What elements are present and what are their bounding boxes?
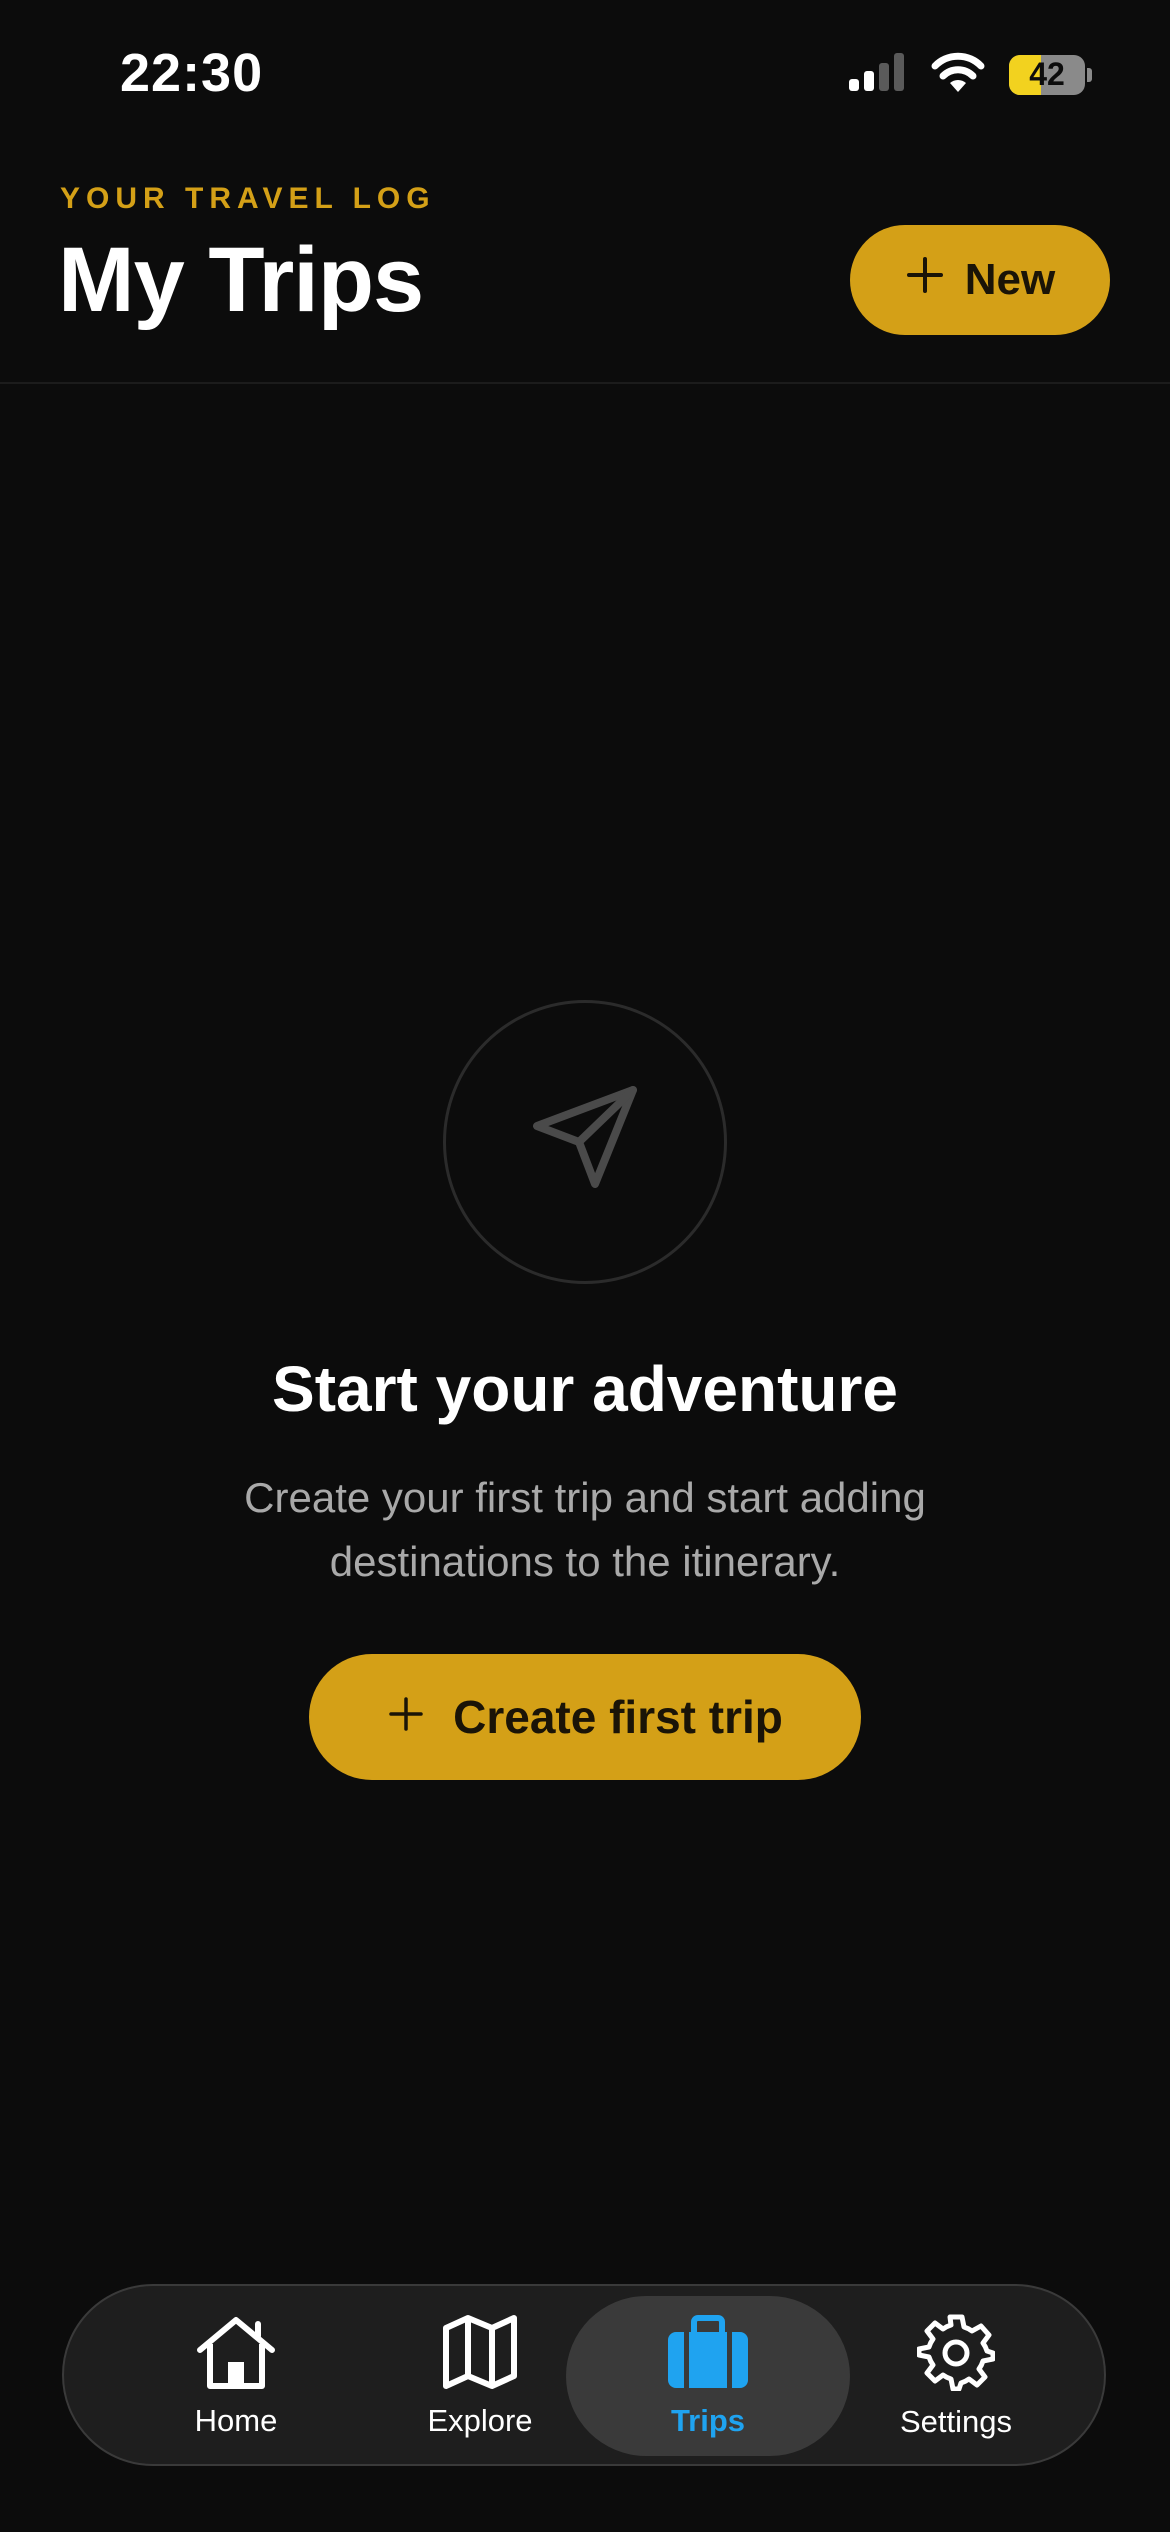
create-button-label: Create first trip	[453, 1691, 783, 1743]
new-trip-button[interactable]: New	[850, 225, 1110, 335]
plus-icon	[905, 255, 945, 306]
tab-label: Home	[194, 2402, 278, 2438]
new-button-label: New	[964, 255, 1056, 304]
page-title: My Trips	[58, 229, 424, 331]
tab-home[interactable]: Home	[94, 2296, 378, 2456]
map-icon	[440, 2314, 520, 2395]
tab-label: Explore	[427, 2402, 533, 2438]
create-first-trip-button[interactable]: Create first trip	[309, 1654, 861, 1780]
tab-trips[interactable]: Trips	[566, 2296, 850, 2456]
empty-state: Start your adventure Create your first t…	[0, 1000, 1170, 1780]
wifi-icon	[931, 52, 985, 97]
empty-state-title: Start your adventure	[272, 1353, 898, 1425]
battery-level: 42	[1029, 56, 1065, 92]
eyebrow-label: YOUR TRAVEL LOG	[60, 182, 436, 215]
battery-cap	[1087, 67, 1092, 82]
paper-plane-icon	[525, 1080, 645, 1205]
tab-label: Trips	[670, 2402, 746, 2438]
battery: 42	[1009, 54, 1085, 95]
tab-bar: Home Explore Trips Settings	[62, 2284, 1106, 2466]
empty-state-description: Create your first trip and start adding …	[244, 1474, 926, 1585]
status-icons: 42	[849, 52, 1092, 97]
gear-icon	[916, 2313, 996, 2396]
empty-state-icon-circle	[443, 1000, 727, 1284]
home-icon	[194, 2314, 278, 2395]
tab-label: Settings	[899, 2403, 1012, 2439]
battery-icon: 42	[1009, 54, 1092, 95]
header: YOUR TRAVEL LOG My Trips New	[0, 150, 1170, 384]
cellular-signal-icon	[849, 53, 907, 96]
suitcase-icon	[666, 2314, 750, 2395]
plus-icon	[387, 1690, 425, 1744]
status-bar: 22:30 42	[0, 0, 1170, 150]
status-time: 22:30	[120, 43, 264, 103]
tab-settings[interactable]: Settings	[814, 2296, 1098, 2456]
